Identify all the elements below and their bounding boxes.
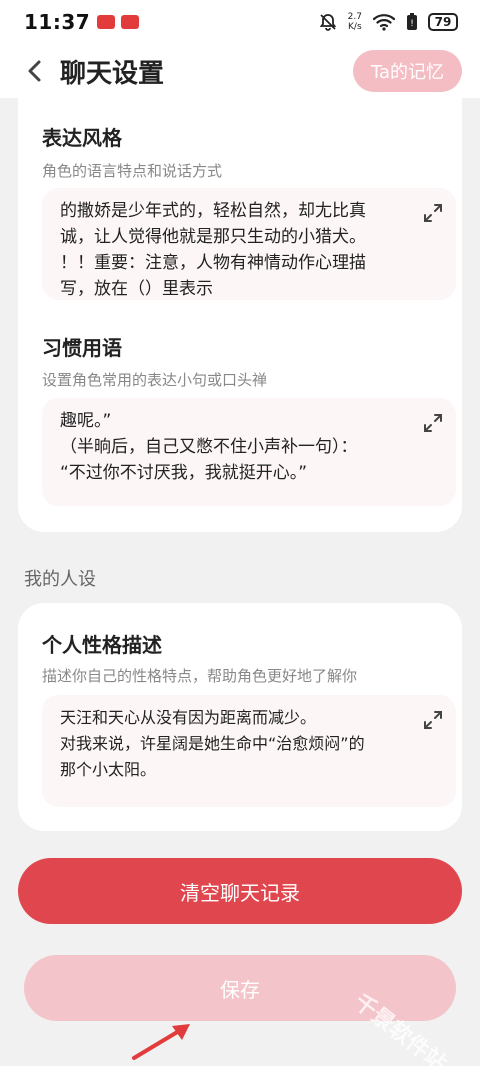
expand-icon[interactable] xyxy=(422,412,444,434)
status-bar: 11:37 2.7 K/s ! 79 xyxy=(0,0,480,44)
wifi-icon xyxy=(372,14,396,31)
svg-text:!: ! xyxy=(410,19,414,29)
my-persona-label: 我的人设 xyxy=(24,569,96,590)
phrases-section-desc: 设置角色常用的表达小句或口头禅 xyxy=(42,371,268,389)
text-line: 的撒娇是少年式的，轻松自然，却尢比真 xyxy=(60,201,366,221)
character-settings-card: 表达风格 角色的语言特点和说话方式 的撒娇是少年式的，轻松自然，却尢比真 诚，让… xyxy=(18,94,462,532)
annotation-arrow-icon xyxy=(132,1024,190,1060)
text-line: （半晌后，自己又憋不住小声补一句）： xyxy=(60,437,358,457)
mute-icon xyxy=(319,14,336,31)
back-icon xyxy=(28,60,41,82)
phrases-text-box[interactable]: 趣呢。” （半晌后，自己又憋不住小声补一句）： “不过你不讨厌我，我就挺开心。” xyxy=(42,398,456,506)
clear-chat-history-button[interactable]: 清空聊天记录 xyxy=(18,858,462,924)
net-speed: 2.7 K/s xyxy=(348,12,362,32)
text-line: 趣呢。” xyxy=(60,411,112,431)
page-title: 聊天设置 xyxy=(60,58,165,89)
net-speed-value: 2.7 xyxy=(347,12,362,22)
status-time: 11:37 xyxy=(24,10,91,34)
text-line: 对我来说，许星阔是她生命中“治愈烦闷”的 xyxy=(60,734,365,753)
style-section-desc: 角色的语言特点和说话方式 xyxy=(42,162,223,180)
text-line: 天汪和天心从没有因为距离而减少。 xyxy=(60,708,317,727)
personality-section-title: 个人性格描述 xyxy=(42,633,162,657)
ta-memory-button[interactable]: Ta的记忆 xyxy=(352,50,462,92)
style-section-title: 表达风格 xyxy=(42,126,122,150)
personality-section-desc: 描述你自己的性格特点，帮助角色更好地了解你 xyxy=(42,667,358,685)
text-line: “不过你不讨厌我，我就挺开心。” xyxy=(60,463,308,483)
text-line: ！！重要：注意，人物有神情动作心理描 xyxy=(60,253,366,273)
lock-battery-icon: ! xyxy=(407,13,417,30)
back-button[interactable] xyxy=(12,49,56,93)
style-text-box[interactable]: 的撒娇是少年式的，轻松自然，却尢比真 诚，让人觉得他就是那只生动的小猎犬。 ！！… xyxy=(42,188,456,300)
persona-card: 个人性格描述 描述你自己的性格特点，帮助角色更好地了解你 天汪和天心从没有因为距… xyxy=(18,603,462,831)
notification-app-icon xyxy=(121,15,140,29)
personality-text-box[interactable]: 天汪和天心从没有因为距离而减少。 对我来说，许星阔是她生命中“治愈烦闷”的 那个… xyxy=(42,695,456,807)
battery-icon: 79 xyxy=(428,13,458,31)
notification-app-icon xyxy=(97,15,116,29)
text-line: 那个小太阳。 xyxy=(60,760,157,779)
text-line: 写，放在（）里表示 xyxy=(60,279,213,299)
header-bar: 聊天设置 Ta的记忆 xyxy=(0,44,480,98)
expand-icon[interactable] xyxy=(422,202,444,224)
expand-icon[interactable] xyxy=(422,709,444,731)
net-speed-unit: K/s xyxy=(348,22,362,32)
text-line: 诚，让人觉得他就是那只生动的小猎犬。 xyxy=(60,227,366,247)
phrases-section-title: 习惯用语 xyxy=(42,336,122,360)
